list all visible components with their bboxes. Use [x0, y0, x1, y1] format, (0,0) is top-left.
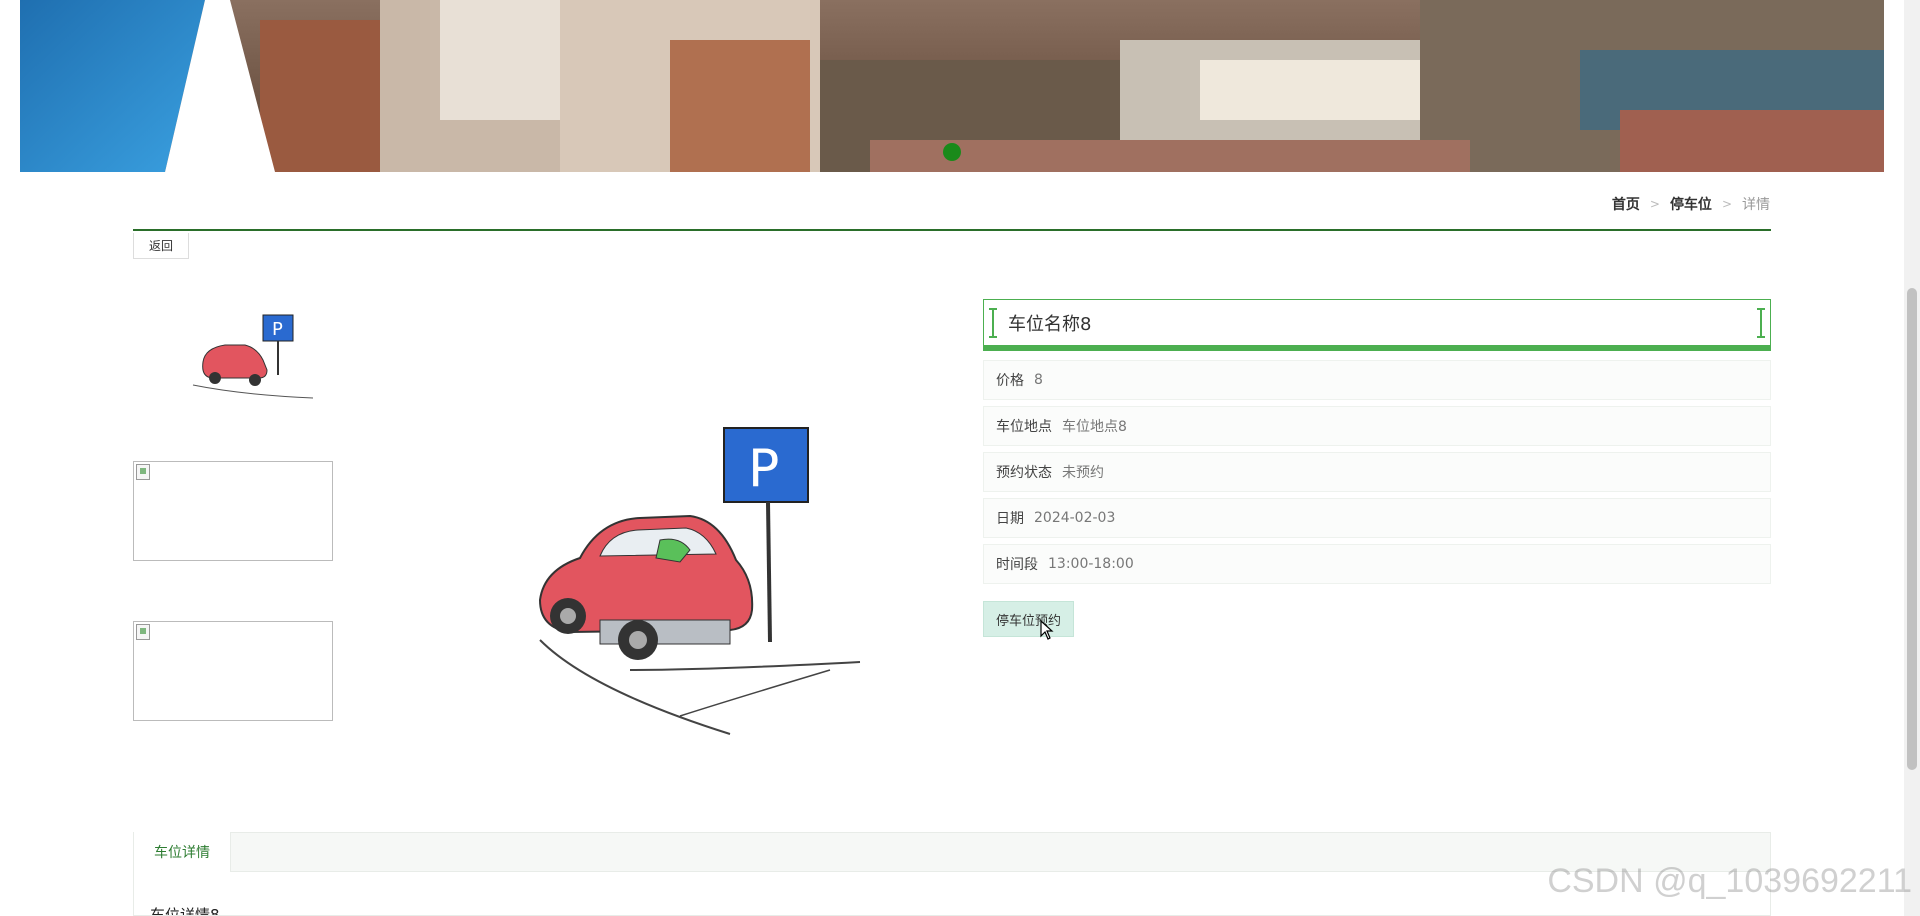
thumbnail-image-1[interactable]: P — [133, 300, 333, 400]
hero-banner — [20, 0, 1884, 172]
info-row-time-slot: 时间段 13:00-18:00 — [983, 544, 1771, 584]
info-value: 车位地点8 — [1062, 419, 1127, 435]
svg-text:P: P — [748, 439, 779, 499]
watermark: CSDN @q_1039692211 — [1547, 862, 1912, 900]
breadcrumb-parking[interactable]: 停车位 — [1670, 194, 1712, 214]
mouse-cursor-icon — [1040, 620, 1054, 640]
info-row-date: 日期 2024-02-03 — [983, 498, 1771, 538]
info-label: 日期 — [996, 511, 1024, 527]
section-divider — [133, 229, 1771, 231]
thumbnail-image-2[interactable] — [133, 461, 333, 561]
reserve-parking-button[interactable]: 停车位预约 — [983, 601, 1074, 637]
detail-tabs: 车位详情 — [133, 832, 1771, 872]
tab-parking-detail[interactable]: 车位详情 — [134, 832, 231, 872]
info-label: 预约状态 — [996, 465, 1052, 481]
info-row-location: 车位地点 车位地点8 — [983, 406, 1771, 446]
tab-content: 车位详情8 — [133, 872, 1771, 916]
title-bracket-right — [1757, 307, 1765, 338]
info-value: 未预约 — [1062, 465, 1104, 481]
breadcrumb: 首页 > 停车位 > 详情 — [1612, 194, 1770, 214]
info-label: 时间段 — [996, 557, 1038, 573]
breadcrumb-separator: > — [1649, 197, 1660, 211]
broken-image-icon — [136, 624, 150, 640]
info-label: 车位地点 — [996, 419, 1052, 435]
breadcrumb-separator: > — [1721, 197, 1732, 211]
svg-text:P: P — [272, 319, 283, 340]
back-button[interactable]: 返回 — [133, 233, 189, 259]
info-label: 价格 — [996, 373, 1024, 389]
info-value: 2024-02-03 — [1034, 510, 1116, 526]
info-row-status: 预约状态 未预约 — [983, 452, 1771, 492]
main-parking-image: P — [530, 420, 870, 740]
detail-title: 车位名称8 — [1008, 313, 1092, 335]
thumbnail-image-3[interactable] — [133, 621, 333, 721]
broken-image-icon — [136, 464, 150, 480]
info-value: 8 — [1034, 372, 1043, 388]
title-bracket-left — [989, 307, 997, 338]
info-value: 13:00-18:00 — [1048, 556, 1134, 572]
breadcrumb-home[interactable]: 首页 — [1612, 194, 1640, 214]
page-scrollbar[interactable] — [1904, 0, 1920, 916]
info-row-price: 价格 8 — [983, 360, 1771, 400]
scrollbar-thumb[interactable] — [1907, 288, 1917, 770]
breadcrumb-current: 详情 — [1742, 197, 1770, 213]
detail-title-box: 车位名称8 — [983, 299, 1771, 351]
